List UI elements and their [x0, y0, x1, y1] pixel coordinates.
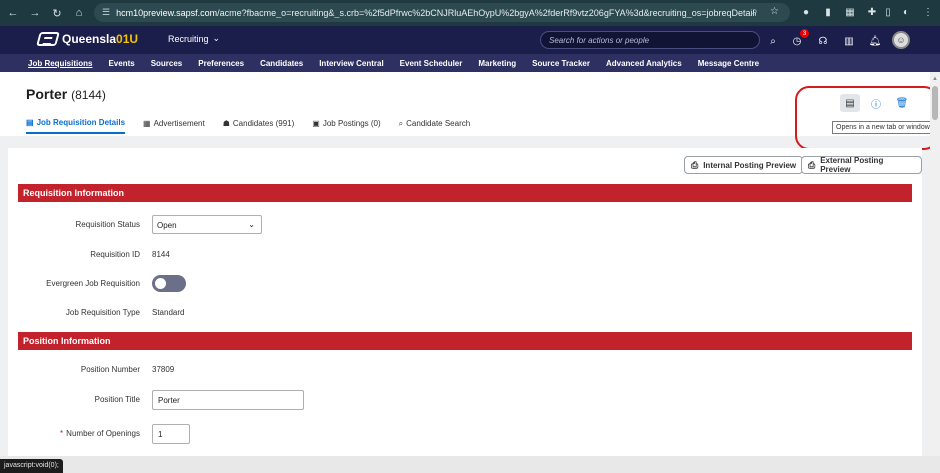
- tab-item[interactable]: ▣ Job Postings (0): [312, 118, 380, 134]
- browser-status-bar: javascript:void(0);: [0, 459, 63, 473]
- logo-mark: [36, 32, 60, 46]
- annotation-highlight: [795, 86, 938, 150]
- search-page-icon[interactable]: ⌕: [752, 6, 758, 17]
- book-icon[interactable]: ▥: [842, 34, 856, 48]
- side-panel-icon[interactable]: ▯: [880, 4, 896, 20]
- company-logo[interactable]: Queensla01U: [36, 32, 138, 46]
- page-header: Porter (8144) ▤ Job Requisition Details ▦ A…: [0, 72, 930, 136]
- user-avatar[interactable]: ☺: [892, 31, 910, 49]
- modnav-item[interactable]: Marketing: [470, 59, 524, 68]
- tab-icon: ⌕: [398, 118, 404, 128]
- modnav-item[interactable]: Source Tracker: [524, 59, 598, 68]
- position-title-input[interactable]: Porter: [152, 390, 304, 410]
- print-icon: ⎙: [808, 159, 816, 170]
- browser-menu-icon[interactable]: ⋮: [920, 4, 936, 20]
- notification-badge: 3: [800, 29, 809, 38]
- tab-icon: ▣: [312, 119, 320, 128]
- evergreen-toggle[interactable]: [152, 275, 186, 292]
- field-requisition-type: Job Requisition Type Standard: [65, 308, 185, 317]
- extension-icon[interactable]: ●: [798, 4, 814, 20]
- modnav-item[interactable]: Message Centre: [690, 59, 767, 68]
- app-header: Queensla01U Recruiting ⌄ Search for acti…: [0, 26, 940, 54]
- modnav-item[interactable]: Sources: [143, 59, 191, 68]
- field-requisition-status: Requisition Status Open ⌄: [18, 215, 912, 235]
- horizontal-scrollbar[interactable]: [0, 456, 940, 473]
- site-info-icon[interactable]: ☰: [102, 7, 110, 18]
- field-position-number: Position Number 37809: [80, 365, 175, 374]
- field-position-title: Position Title Porter: [18, 390, 912, 410]
- modnav-item[interactable]: Events: [100, 59, 142, 68]
- external-posting-preview-button[interactable]: ⎙ External Posting Preview: [801, 156, 922, 174]
- section-header-requisition: Requisition Information: [18, 184, 912, 202]
- module-nav: Job Requisitions Events Sources Preferences…: [0, 54, 940, 72]
- scroll-up-icon[interactable]: ▲: [932, 76, 938, 82]
- modnav-item[interactable]: Event Scheduler: [392, 59, 471, 68]
- toggle-knob: [155, 278, 166, 289]
- extensions-puzzle-icon[interactable]: ✚: [864, 4, 880, 20]
- extension-icon[interactable]: ▮: [820, 4, 836, 20]
- profile-avatar[interactable]: ◐: [898, 4, 914, 20]
- scrollbar-thumb[interactable]: [932, 86, 938, 120]
- required-mark: *: [60, 429, 64, 438]
- tab-icon: ▤: [26, 118, 34, 127]
- page-title: Porter (8144): [26, 86, 106, 102]
- tab-icon: ☗: [222, 119, 230, 128]
- bell-icon[interactable]: 🔔︎: [868, 34, 882, 48]
- home-icon[interactable]: ⌂: [70, 4, 88, 22]
- global-search-input[interactable]: Search for actions or people: [540, 31, 760, 49]
- section-header-position: Position Information: [18, 332, 912, 350]
- tab-item[interactable]: ☗ Candidates (991): [223, 118, 295, 134]
- address-text: hcm10preview.sapsf.com/acme?fbacme_o=rec…: [116, 7, 757, 18]
- modnav-item[interactable]: Preferences: [190, 59, 252, 68]
- help-icon[interactable]: ☊: [816, 34, 830, 48]
- module-switcher[interactable]: Recruiting ⌄: [168, 33, 220, 44]
- address-bar[interactable]: ☰ hcm10preview.sapsf.com/acme?fbacme_o=r…: [94, 3, 790, 22]
- internal-posting-preview-button[interactable]: ⎙ Internal Posting Preview: [684, 156, 804, 174]
- field-number-of-openings: * Number of Openings 1: [18, 424, 912, 444]
- modnav-item[interactable]: Advanced Analytics: [598, 59, 690, 68]
- todo-icon[interactable]: ◷ 3: [790, 29, 809, 48]
- openings-input[interactable]: 1: [152, 424, 190, 444]
- search-icon[interactable]: ⌕: [766, 34, 780, 48]
- requisition-form: ⎙ Internal Posting Preview ⎙ External Po…: [8, 148, 922, 458]
- tab-icon: ▦: [143, 119, 151, 128]
- forward-icon[interactable]: →: [26, 4, 44, 22]
- bookmark-star-icon[interactable]: ☆: [770, 6, 779, 17]
- print-icon: ⎙: [691, 159, 699, 170]
- tab-item[interactable]: ⌕ Candidate Search: [399, 118, 471, 134]
- tab-item[interactable]: ▤ Job Requisition Details: [26, 118, 126, 134]
- chevron-down-icon: ⌄: [248, 220, 255, 229]
- modnav-item[interactable]: Job Requisitions: [20, 59, 100, 68]
- field-requisition-id: Requisition ID 8144: [90, 250, 170, 259]
- field-evergreen: Evergreen Job Requisition: [18, 274, 912, 294]
- modnav-item[interactable]: Interview Central: [311, 59, 391, 68]
- vertical-scrollbar[interactable]: ▲: [930, 72, 940, 456]
- requisition-status-select[interactable]: Open ⌄: [152, 215, 262, 234]
- extension-icon[interactable]: ▦: [842, 4, 858, 20]
- tab-item[interactable]: ▦ Advertisement: [143, 118, 205, 134]
- detail-tabs: ▤ Job Requisition Details ▦ Advertisement ☗ C…: [26, 118, 488, 134]
- back-icon[interactable]: ←: [4, 4, 22, 22]
- modnav-item[interactable]: Candidates: [252, 59, 311, 68]
- chevron-down-icon: ⌄: [212, 33, 221, 43]
- reload-icon[interactable]: ↻: [48, 4, 66, 22]
